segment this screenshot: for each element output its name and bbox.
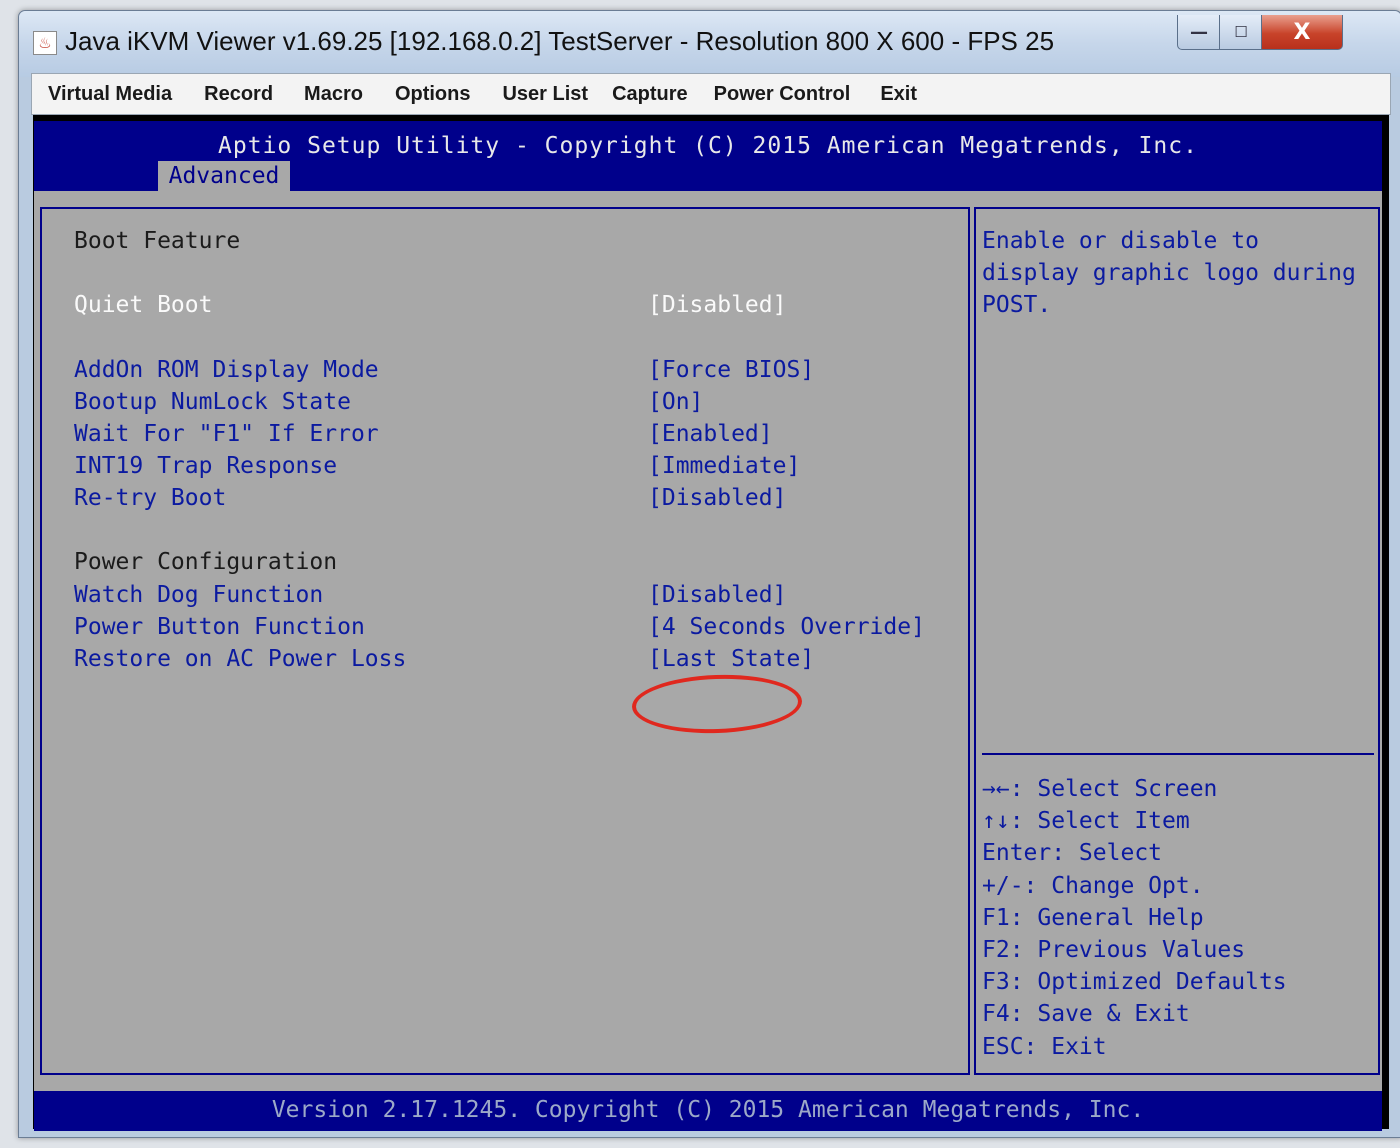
menu-bar: Virtual Media Record Macro Options User … (31, 73, 1391, 115)
setting-value-ac-power-loss[interactable]: [Last State] (648, 645, 814, 673)
close-button[interactable]: X (1261, 15, 1343, 50)
menu-options[interactable]: Options (395, 83, 471, 106)
maximize-button[interactable]: ☐ (1219, 15, 1263, 50)
section-boot-feature: Boot Feature (74, 228, 241, 254)
key-change-opt: +/-: Change Opt. (982, 872, 1204, 899)
key-legend: →←: Select Screen ↑↓: Select Item Enter:… (982, 773, 1287, 1063)
setting-value-numlock[interactable]: [On] (648, 388, 703, 416)
setting-value-quiet-boot[interactable]: [Disabled] (648, 291, 786, 319)
window-title: Java iKVM Viewer v1.69.25 [192.168.0.2] … (65, 26, 1055, 56)
setting-value-retry-boot[interactable]: [Disabled] (648, 484, 786, 512)
key-f3: F3: Optimized Defaults (982, 969, 1287, 996)
menu-exit[interactable]: Exit (880, 83, 917, 106)
minimize-button[interactable]: — (1177, 15, 1221, 50)
setting-value-watchdog[interactable]: [Disabled] (648, 581, 786, 609)
setting-value-power-button[interactable]: [4 Seconds Override] (648, 613, 925, 641)
help-panel: Enable or disable to display graphic log… (974, 207, 1380, 1075)
setting-label-power-button[interactable]: Power Button Function (74, 613, 365, 641)
key-enter: Enter: Select (982, 840, 1163, 867)
setting-label-wait-f1[interactable]: Wait For "F1" If Error (74, 420, 379, 448)
menu-user-list[interactable]: User List (502, 83, 588, 106)
settings-panel: Boot Feature Quiet Boot [Disabled] AddOn… (40, 207, 970, 1075)
setting-label-quiet-boot[interactable]: Quiet Boot (74, 291, 212, 319)
help-divider (982, 753, 1374, 755)
setting-label-addon-rom[interactable]: AddOn ROM Display Mode (74, 356, 379, 384)
setting-label-watchdog[interactable]: Watch Dog Function (74, 581, 323, 609)
key-f1: F1: General Help (982, 904, 1204, 931)
setting-value-int19[interactable]: [Immediate] (648, 452, 800, 480)
footer-version: Version 2.17.1245. Copyright (C) 2015 Am… (271, 1097, 1145, 1123)
menu-record[interactable]: Record (204, 83, 273, 106)
menu-macro[interactable]: Macro (304, 83, 363, 106)
setting-label-numlock[interactable]: Bootup NumLock State (74, 388, 351, 416)
menu-capture[interactable]: Capture (612, 83, 688, 106)
tab-advanced[interactable]: Advanced (158, 161, 290, 191)
bios-footer: Version 2.17.1245. Copyright (C) 2015 Am… (34, 1091, 1382, 1131)
setting-label-int19[interactable]: INT19 Trap Response (74, 452, 337, 480)
key-f2: F2: Previous Values (982, 937, 1246, 964)
setting-value-wait-f1[interactable]: [Enabled] (648, 420, 773, 448)
kvm-screen[interactable]: Aptio Setup Utility - Copyright (C) 2015… (33, 115, 1389, 1131)
setting-label-ac-power-loss[interactable]: Restore on AC Power Loss (74, 645, 406, 673)
key-select-item: ↑↓: Select Item (982, 808, 1190, 835)
help-line-2: display graphic logo during (982, 260, 1356, 286)
setting-value-addon-rom[interactable]: [Force BIOS] (648, 356, 814, 384)
key-esc: ESC: Exit (982, 1033, 1107, 1060)
setting-label-retry-boot[interactable]: Re-try Boot (74, 484, 226, 512)
bios-title: Aptio Setup Utility - Copyright (C) 2015… (218, 133, 1198, 159)
key-select-screen: →←: Select Screen (982, 776, 1218, 802)
help-line-3: POST. (982, 292, 1052, 318)
title-bar[interactable]: ♨ Java iKVM Viewer v1.69.25 [192.168.0.2… (19, 11, 1400, 77)
ikvm-window: ♨ Java iKVM Viewer v1.69.25 [192.168.0.2… (18, 10, 1400, 1138)
key-f4: F4: Save & Exit (982, 1001, 1190, 1028)
section-power-configuration: Power Configuration (74, 549, 338, 575)
red-highlight-ellipse (631, 672, 803, 736)
menu-virtual-media[interactable]: Virtual Media (48, 83, 172, 106)
java-icon[interactable]: ♨ (33, 31, 57, 55)
help-line-1: Enable or disable to (982, 228, 1259, 254)
menu-power-control[interactable]: Power Control (714, 83, 851, 106)
bios-setup: Aptio Setup Utility - Copyright (C) 2015… (34, 121, 1382, 1131)
bios-header: Aptio Setup Utility - Copyright (C) 2015… (34, 121, 1382, 191)
